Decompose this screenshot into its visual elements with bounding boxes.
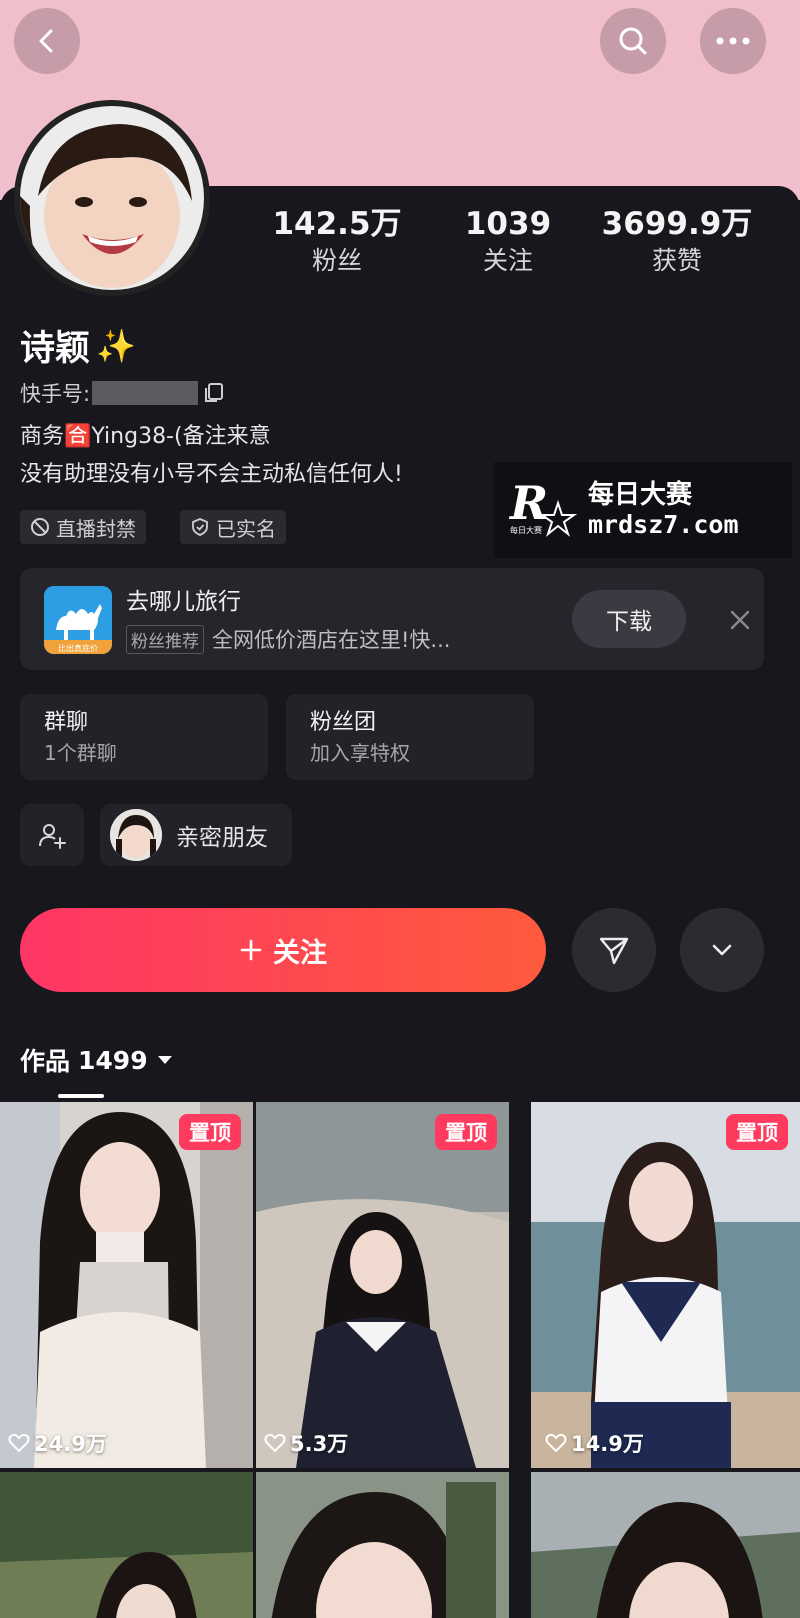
search-icon <box>619 27 647 55</box>
add-friend-button[interactable] <box>20 804 84 866</box>
works-count: 1499 <box>78 1045 148 1075</box>
thumbnail-image <box>0 1102 253 1468</box>
stat-label: 关注 <box>482 246 533 275</box>
thumbnail-image <box>256 1472 509 1618</box>
expand-button[interactable] <box>680 908 764 992</box>
ad-subtitle: 粉丝推荐 全网低价酒店在这里!快... <box>126 624 450 654</box>
tab-works[interactable]: 作品 1499 <box>20 1042 174 1078</box>
likes-count: 24.9万 <box>8 1428 107 1458</box>
stat-likes[interactable]: 3699.9万 获赞 <box>597 204 757 278</box>
follow-label: 关注 <box>273 937 327 969</box>
likes-value: 14.9万 <box>571 1432 644 1456</box>
ad-close-button[interactable] <box>720 600 760 640</box>
work-thumbnail[interactable]: 置顶 14.9万 <box>531 1102 800 1468</box>
close-friends-button[interactable]: 亲密朋友 <box>100 804 292 866</box>
copy-icon[interactable] <box>202 381 226 405</box>
more-button[interactable] <box>700 8 766 74</box>
add-user-icon <box>39 824 66 849</box>
work-thumbnail[interactable] <box>0 1472 253 1618</box>
stat-followers[interactable]: 142.5万 粉丝 <box>257 204 417 278</box>
bio-line: 商务🈴Ying38-(备注来意 <box>20 424 271 449</box>
ad-badge: 粉丝推荐 <box>126 624 204 654</box>
send-message-button[interactable] <box>572 908 656 992</box>
pinned-badge: 置顶 <box>179 1114 241 1150</box>
profile-name: 诗颖 ✨ <box>20 320 136 371</box>
bio-line: 没有助理没有小号不会主动私信任何人! <box>20 462 403 487</box>
tag-label: 直播封禁 <box>56 516 136 541</box>
work-thumbnail[interactable] <box>531 1472 800 1618</box>
kuaishou-id-redacted <box>92 381 199 405</box>
plus-icon <box>240 939 262 961</box>
stat-value: 3699.9万 <box>601 206 753 242</box>
thumbnail-image <box>0 1472 253 1618</box>
watermark-text: 每日大赛 mrdsz7.com <box>588 480 739 540</box>
ban-icon <box>31 518 49 536</box>
back-button[interactable] <box>14 8 80 74</box>
kuaishou-id-label: 快手号: <box>20 382 91 406</box>
ad-app-name: 去哪儿旅行 <box>126 589 241 615</box>
avatar-image <box>20 106 204 290</box>
heart-icon <box>8 1433 30 1453</box>
avatar[interactable] <box>14 100 210 296</box>
send-icon <box>599 937 629 965</box>
caret-down-icon <box>157 1056 172 1064</box>
ad-download-button[interactable]: 下载 <box>572 590 686 648</box>
pinned-badge: 置顶 <box>435 1114 497 1150</box>
work-thumbnail[interactable]: 置顶 5.3万 <box>256 1102 509 1468</box>
stat-label: 粉丝 <box>311 246 362 275</box>
tab-underline <box>58 1094 104 1098</box>
svg-text:R: R <box>508 476 548 530</box>
heart-icon <box>545 1433 567 1453</box>
likes-count: 14.9万 <box>545 1428 644 1458</box>
work-thumbnail[interactable] <box>256 1472 509 1618</box>
sparkle-icon: ✨ <box>96 326 136 365</box>
heart-icon <box>264 1433 286 1453</box>
thumbnail-image <box>531 1472 800 1618</box>
stat-label: 获赞 <box>651 246 702 275</box>
work-thumbnail[interactable]: 置顶 24.9万 <box>0 1102 253 1468</box>
tag-verified: 已实名 <box>180 510 286 544</box>
ad-card[interactable]: 比出真底价 去哪儿旅行 粉丝推荐 全网低价酒店在这里!快... 下载 <box>20 568 764 670</box>
chevron-left-icon <box>39 29 53 53</box>
likes-value: 24.9万 <box>34 1432 107 1456</box>
pinned-badge: 置顶 <box>726 1114 788 1150</box>
friend-avatar <box>110 809 162 861</box>
watermark-url: mrdsz7.com <box>588 510 739 539</box>
watermark-title: 每日大赛 <box>588 480 693 510</box>
tag-label: 已实名 <box>216 516 276 541</box>
svg-text:每日大赛: 每日大赛 <box>510 525 542 535</box>
close-icon <box>730 610 750 630</box>
shield-check-icon <box>192 518 208 536</box>
follow-button[interactable]: 关注 <box>20 908 546 992</box>
search-button[interactable] <box>600 8 666 74</box>
ad-app-icon: 比出真底价 <box>44 586 112 654</box>
group-chat-subtitle: 1个群聊 <box>44 741 117 765</box>
chevron-down-icon <box>712 944 732 956</box>
likes-value: 5.3万 <box>290 1432 349 1456</box>
profile-name-text: 诗颖 <box>20 329 91 369</box>
watermark-logo: R 每日大赛 <box>508 476 578 537</box>
watermark: R 每日大赛 每日大赛 mrdsz7.com <box>494 462 792 558</box>
group-chat-title: 群聊 <box>44 710 89 735</box>
likes-count: 5.3万 <box>264 1428 348 1458</box>
fan-club-subtitle: 加入享特权 <box>310 741 410 765</box>
ad-description: 全网低价酒店在这里!快... <box>212 628 451 652</box>
thumbnail-image <box>531 1102 800 1468</box>
thumbnail-image <box>256 1102 509 1468</box>
more-horizontal-icon <box>716 37 750 45</box>
svg-text:比出真底价: 比出真底价 <box>58 643 98 653</box>
works-tab-label: 作品 <box>20 1047 71 1076</box>
tag-live-banned: 直播封禁 <box>20 510 146 544</box>
group-chat-card[interactable]: 群聊 1个群聊 <box>20 694 268 780</box>
stat-value: 142.5万 <box>272 206 402 242</box>
stat-value: 1039 <box>464 206 552 242</box>
fan-club-card[interactable]: 粉丝团 加入享特权 <box>286 694 534 780</box>
kuaishou-id: 快手号: <box>20 378 226 408</box>
stat-following[interactable]: 1039 关注 <box>428 204 588 278</box>
close-friends-label: 亲密朋友 <box>176 825 268 851</box>
fan-club-title: 粉丝团 <box>310 710 377 735</box>
